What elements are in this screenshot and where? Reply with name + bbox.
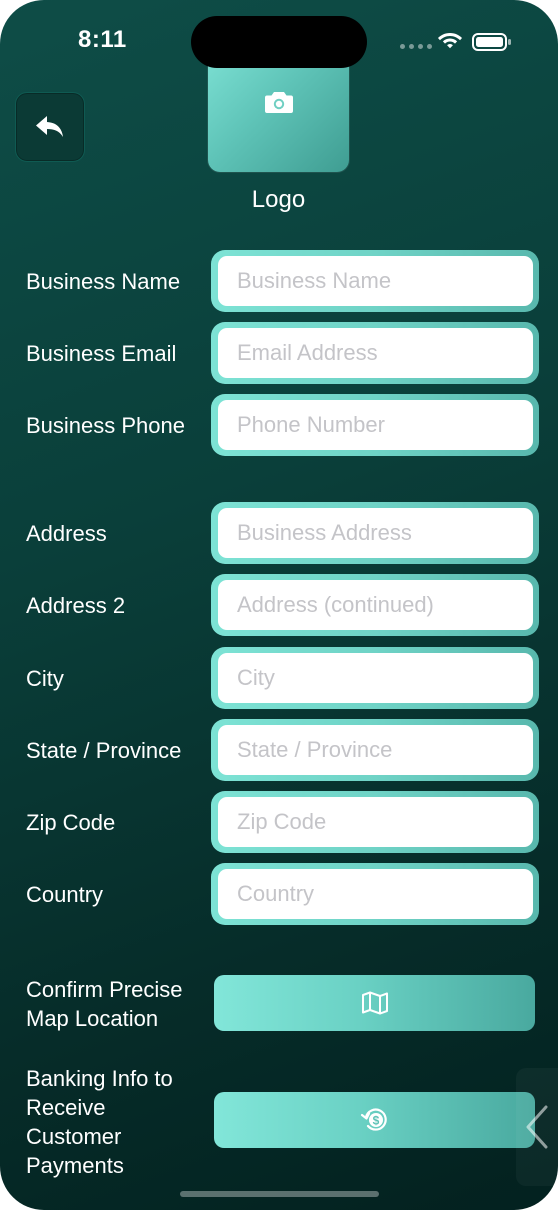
country-field (211, 863, 539, 925)
banking-info-label-line1: Banking Info to (26, 1066, 173, 1091)
dollar-refresh-icon: $ (360, 1108, 387, 1131)
map-location-label: Confirm Precise Map Location (26, 975, 182, 1033)
address2-field (211, 574, 539, 636)
banking-info-button[interactable]: $ (214, 1092, 535, 1148)
address-label: Address (26, 521, 107, 546)
battery-icon (472, 32, 512, 57)
city-input[interactable] (218, 653, 533, 703)
logo-label: Logo (251, 186, 306, 213)
business-phone-input[interactable] (218, 400, 533, 450)
address2-label: Address 2 (26, 593, 126, 618)
state-label: State / Province (26, 738, 182, 763)
map-icon (361, 991, 388, 1015)
reply-arrow-icon (36, 116, 63, 137)
business-name-label: Business Name (26, 269, 181, 294)
home-indicator (180, 1191, 379, 1197)
state-input[interactable] (218, 725, 533, 775)
svg-text:$: $ (372, 1114, 379, 1128)
back-button[interactable] (15, 92, 85, 162)
address-input[interactable] (218, 508, 533, 558)
wifi-icon (437, 30, 463, 55)
business-email-input[interactable] (218, 328, 533, 378)
screen: 8:11 Logo Business Name Business Name Bu… (0, 0, 558, 1210)
city-label: City (26, 666, 64, 691)
business-phone-field (211, 394, 539, 456)
business-phone-label: Business Phone (26, 413, 185, 438)
business-email-label: Business Email (26, 341, 177, 366)
map-location-button[interactable] (214, 975, 535, 1031)
address-field (211, 502, 539, 564)
city-field (211, 647, 539, 709)
side-drawer-tab[interactable] (516, 1068, 558, 1186)
status-time: 8:11 (78, 26, 127, 53)
business-name-input[interactable] (218, 256, 533, 306)
banking-info-label-line4: Payments (26, 1153, 124, 1178)
business-email-field (211, 322, 539, 384)
cellular-signal-icon (400, 44, 432, 49)
banking-info-label: Banking Info to Receive Customer Payment… (26, 1064, 173, 1180)
chevron-left-icon (526, 1105, 548, 1149)
banking-info-label-line2: Receive (26, 1095, 106, 1120)
map-location-label-line1: Confirm Precise (26, 977, 183, 1002)
country-input[interactable] (218, 869, 533, 919)
zip-label: Zip Code (26, 810, 116, 835)
business-name-field (211, 250, 539, 312)
zip-input[interactable] (218, 797, 533, 847)
camera-icon (265, 92, 293, 113)
zip-field (211, 791, 539, 853)
state-field (211, 719, 539, 781)
camera-notch (191, 16, 367, 68)
map-location-label-line2: Map Location (26, 1006, 159, 1031)
address2-input[interactable] (218, 580, 533, 630)
banking-info-label-line3: Customer (26, 1124, 122, 1149)
country-label: Country (26, 882, 104, 907)
